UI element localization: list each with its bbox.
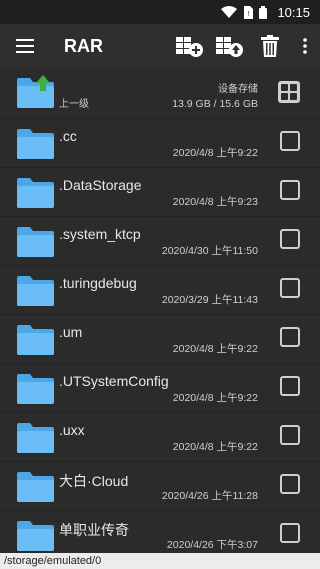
select-checkbox[interactable] [280, 131, 300, 151]
battery-icon [259, 5, 268, 19]
file-name: .UTSystemConfig [59, 373, 169, 389]
file-name: .system_ktcp [59, 226, 141, 242]
folder-icon [17, 472, 54, 502]
list-item[interactable]: .cc 2020/4/8 上午9:22 [0, 119, 320, 168]
file-name: 单职业传奇 [59, 522, 129, 538]
list-item[interactable]: .uxx 2020/4/8 上午9:22 [0, 413, 320, 462]
select-checkbox[interactable] [280, 376, 300, 396]
file-date: 2020/3/29 上午11:43 [161, 294, 258, 306]
delete-button[interactable] [250, 24, 290, 68]
file-date: 2020/4/26 上午11:28 [161, 490, 258, 502]
file-date: 2020/4/8 上午9:22 [172, 343, 258, 355]
file-name: .cc [59, 128, 77, 144]
app-bar: RAR [0, 24, 320, 68]
file-date: 2020/4/8 上午9:22 [172, 147, 258, 159]
add-archive-icon [176, 37, 203, 57]
extract-archive-icon [216, 37, 243, 57]
file-date: 2020/4/26 下午3:07 [166, 539, 258, 551]
file-name: 大白·Cloud [59, 473, 129, 489]
select-checkbox[interactable] [280, 278, 300, 298]
status-time: 10:15 [277, 4, 310, 20]
no-sim-icon: ! [244, 5, 254, 19]
storage-size: 13.9 GB / 15.6 GB [172, 98, 258, 110]
file-date: 2020/4/8 上午9:22 [172, 392, 258, 404]
folder-icon [17, 227, 54, 257]
wifi-icon [221, 6, 238, 18]
list-item[interactable]: .turingdebug 2020/3/29 上午11:43 [0, 266, 320, 315]
parent-folder-label: 上一级 [59, 99, 89, 110]
file-name: .uxx [59, 422, 85, 438]
status-bar: ! 10:15 [0, 0, 320, 24]
folder-icon [17, 423, 54, 453]
folder-icon [17, 325, 54, 355]
file-name: .turingdebug [59, 275, 137, 291]
select-checkbox[interactable] [280, 327, 300, 347]
storage-label: 设备存储 [218, 84, 258, 95]
folder-icon [17, 276, 54, 306]
list-item[interactable]: .DataStorage 2020/4/8 上午9:23 [0, 168, 320, 217]
toolbar-actions [170, 24, 320, 68]
folder-icon [17, 129, 54, 159]
svg-text:!: ! [248, 11, 250, 18]
list-item[interactable]: .um 2020/4/8 上午9:22 [0, 315, 320, 364]
trash-icon [261, 35, 279, 57]
select-checkbox[interactable] [280, 229, 300, 249]
file-name: .DataStorage [59, 177, 142, 193]
grid-view-icon[interactable] [278, 81, 300, 103]
folder-icon [17, 521, 54, 551]
select-checkbox[interactable] [280, 425, 300, 445]
file-date: 2020/4/8 上午9:22 [172, 441, 258, 453]
select-checkbox[interactable] [280, 180, 300, 200]
extract-archive-button[interactable] [210, 24, 250, 68]
current-path: /storage/emulated/0 [0, 553, 320, 569]
file-name: .um [59, 324, 83, 340]
file-list: 上一级 设备存储 13.9 GB / 15.6 GB .cc 2020/4/8 上… [0, 68, 320, 560]
folder-icon [17, 374, 54, 404]
file-date: 2020/4/8 上午9:23 [172, 196, 258, 208]
more-options-button[interactable] [290, 24, 320, 68]
more-vert-icon [303, 38, 307, 54]
parent-folder-row[interactable]: 上一级 设备存储 13.9 GB / 15.6 GB [0, 68, 320, 119]
folder-up-icon [17, 75, 54, 108]
folder-icon [17, 178, 54, 208]
app-title: RAR [64, 35, 103, 56]
select-checkbox[interactable] [280, 523, 300, 543]
menu-icon[interactable] [16, 39, 34, 53]
list-item[interactable]: .UTSystemConfig 2020/4/8 上午9:22 [0, 364, 320, 413]
list-item[interactable]: .system_ktcp 2020/4/30 上午11:50 [0, 217, 320, 266]
add-archive-button[interactable] [170, 24, 210, 68]
file-date: 2020/4/30 上午11:50 [161, 245, 258, 257]
select-checkbox[interactable] [280, 474, 300, 494]
list-item[interactable]: 大白·Cloud 2020/4/26 上午11:28 [0, 462, 320, 511]
